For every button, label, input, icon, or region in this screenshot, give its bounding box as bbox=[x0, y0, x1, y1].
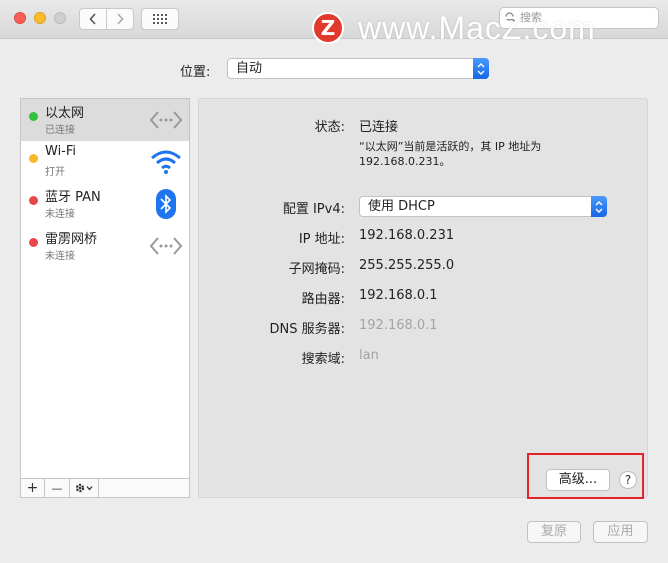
service-name: 雷雳网桥 bbox=[45, 232, 98, 247]
location-value: 自动 bbox=[236, 61, 263, 76]
location-label: 位置: bbox=[180, 65, 211, 80]
dns-server-label: DNS 服务器: bbox=[269, 322, 346, 337]
service-list-toolbar: + — bbox=[21, 478, 189, 497]
ip-address-label: IP 地址: bbox=[298, 232, 345, 247]
back-button[interactable] bbox=[79, 8, 107, 30]
status-dot-connected bbox=[29, 112, 38, 121]
minimize-window-button[interactable] bbox=[34, 12, 46, 24]
service-name: 蓝牙 PAN bbox=[45, 190, 101, 205]
service-name: 以太网 bbox=[45, 106, 85, 121]
status-dot-on bbox=[29, 154, 38, 163]
action-menu-button[interactable] bbox=[70, 479, 99, 497]
remove-service-button[interactable]: — bbox=[45, 479, 70, 497]
service-item-thunderbolt-bridge[interactable]: 雷雳网桥 未连接 bbox=[21, 225, 189, 267]
bluetooth-icon bbox=[149, 188, 183, 220]
router-label: 路由器: bbox=[301, 292, 345, 307]
zoom-window-button[interactable] bbox=[54, 12, 66, 24]
configure-ipv4-popup[interactable]: 使用 DHCP bbox=[359, 196, 607, 217]
service-status: 未连接 bbox=[45, 251, 75, 262]
status-label: 状态: bbox=[314, 120, 345, 135]
status-description-line: 192.168.0.231。 bbox=[359, 155, 451, 168]
router-value: 192.168.0.1 bbox=[359, 288, 438, 303]
wifi-icon bbox=[149, 146, 183, 178]
close-window-button[interactable] bbox=[14, 12, 26, 24]
dns-server-value: 192.168.0.1 bbox=[359, 318, 438, 333]
revert-button[interactable]: 复原 bbox=[527, 521, 581, 543]
service-item-bluetooth-pan[interactable]: 蓝牙 PAN 未连接 bbox=[21, 183, 189, 225]
popup-arrows-icon bbox=[473, 58, 489, 79]
search-domain-value: lan bbox=[359, 348, 379, 363]
status-description-line: “以太网”当前是活跃的，其 IP 地址为 bbox=[359, 140, 542, 153]
subnet-mask-label: 子网掩码: bbox=[288, 262, 345, 277]
chevron-left-icon bbox=[89, 13, 96, 25]
watermark: Z www.MacZ.com bbox=[312, 8, 596, 48]
service-list: 以太网 已连接 Wi-Fi 打开 蓝牙 PAN 未连接 雷雳网桥 未连接 + — bbox=[20, 98, 190, 498]
plus-icon: + bbox=[26, 480, 39, 496]
status-value: 已连接 bbox=[359, 120, 399, 135]
apply-button[interactable]: 应用 bbox=[593, 521, 648, 543]
popup-arrows-icon bbox=[591, 196, 607, 217]
status-dot-disconnected bbox=[29, 196, 38, 205]
highlight-box bbox=[527, 453, 644, 499]
service-status: 未连接 bbox=[45, 209, 75, 220]
search-domain-label: 搜索域: bbox=[301, 352, 345, 367]
watermark-text: www.MacZ.com bbox=[358, 9, 596, 46]
minus-icon: — bbox=[51, 481, 63, 495]
service-item-wifi[interactable]: Wi-Fi 打开 bbox=[21, 141, 189, 183]
status-dot-disconnected bbox=[29, 238, 38, 247]
ipv4-label: 配置 IPv4: bbox=[282, 202, 345, 217]
watermark-logo: Z bbox=[312, 12, 344, 44]
network-detail-panel: 状态: 已连接 “以太网”当前是活跃的，其 IP 地址为 192.168.0.2… bbox=[198, 98, 648, 498]
forward-button[interactable] bbox=[106, 8, 134, 30]
service-status: 打开 bbox=[45, 167, 65, 178]
ethernet-icon bbox=[149, 104, 183, 136]
subnet-mask-value: 255.255.255.0 bbox=[359, 258, 455, 273]
service-name: Wi-Fi bbox=[45, 144, 77, 159]
location-popup[interactable]: 自动 bbox=[227, 58, 489, 79]
add-service-button[interactable]: + bbox=[21, 479, 45, 497]
thunderbolt-bridge-icon bbox=[149, 230, 183, 262]
ipv4-value: 使用 DHCP bbox=[368, 199, 435, 214]
service-status: 已连接 bbox=[45, 125, 75, 136]
service-item-ethernet[interactable]: 以太网 已连接 bbox=[21, 99, 189, 141]
gear-icon bbox=[75, 483, 93, 493]
ip-address-value: 192.168.0.231 bbox=[359, 228, 455, 243]
grid-icon bbox=[153, 14, 167, 24]
show-all-button[interactable] bbox=[141, 8, 179, 30]
chevron-right-icon bbox=[117, 13, 124, 25]
status-description: “以太网”当前是活跃的，其 IP 地址为 192.168.0.231。 bbox=[359, 139, 589, 169]
